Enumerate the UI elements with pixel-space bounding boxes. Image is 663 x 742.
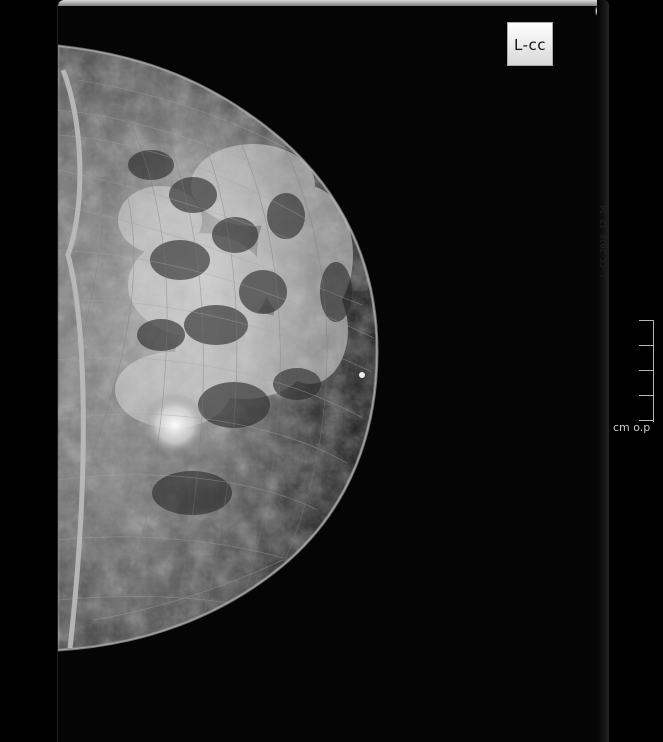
ruler-tick bbox=[639, 320, 654, 321]
scale-ruler bbox=[636, 320, 654, 422]
ruler-tick bbox=[639, 395, 654, 396]
side-marker-text: L-CC 2018 12 34 bbox=[599, 205, 608, 278]
scale-label: cm o.p bbox=[613, 421, 651, 434]
ruler-line bbox=[653, 320, 654, 422]
view-label: L-cc bbox=[507, 22, 553, 66]
breast-tissue-image bbox=[58, 44, 379, 652]
dense-lesion bbox=[142, 393, 208, 457]
xray-film: L-cc L-CC 2018 12 34 bbox=[57, 0, 609, 742]
film-right-edge: L-CC 2018 12 34 bbox=[597, 0, 609, 742]
ruler-tick bbox=[639, 370, 654, 371]
ruler-tick bbox=[639, 345, 654, 346]
mammogram-viewer: L-cc L-CC 2018 12 34 cm o.p bbox=[0, 0, 663, 742]
skin-marker bbox=[359, 372, 365, 378]
